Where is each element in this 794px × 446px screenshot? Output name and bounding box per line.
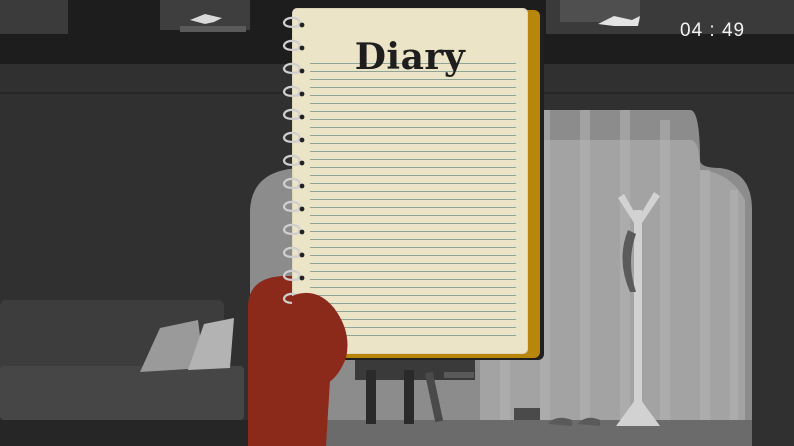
binding-hole [299, 229, 305, 235]
spiral-ring [282, 154, 301, 166]
spiral-ring [282, 85, 301, 97]
spiral-ring [282, 39, 301, 51]
spiral-ring [282, 246, 301, 258]
binding-hole [299, 183, 305, 189]
binding-hole [299, 68, 305, 74]
binding-hole [299, 22, 305, 28]
spiral-ring [282, 200, 301, 212]
binding-hole [299, 91, 305, 97]
binding-hole [299, 206, 305, 212]
spiral-ring [282, 62, 301, 74]
binding-hole [299, 275, 305, 281]
spiral-ring [282, 131, 301, 143]
sofa-icon [0, 300, 260, 446]
thumb [292, 292, 348, 384]
spiral-ring [282, 269, 301, 281]
diary-title: Diary [354, 36, 466, 78]
binding-hole [299, 114, 305, 120]
spiral-ring [282, 16, 301, 28]
spiral-ring [282, 108, 301, 120]
binding-hole [299, 160, 305, 166]
countdown-timer: 04 : 49 [680, 20, 746, 41]
shelf-object [560, 0, 640, 22]
shelf-ledge [180, 26, 246, 32]
spiral-binding-icon [282, 16, 305, 304]
binding-hole [299, 137, 305, 143]
binding-hole [299, 45, 305, 51]
upper-shelf-left [0, 0, 68, 34]
spiral-ring [282, 223, 301, 235]
binding-hole [299, 252, 305, 258]
spiral-ring [282, 177, 301, 189]
